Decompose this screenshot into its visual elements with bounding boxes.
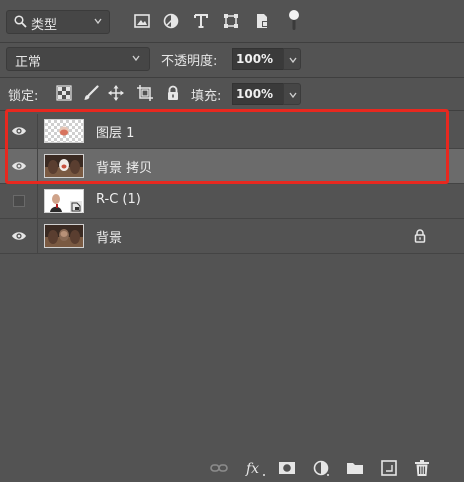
blend-mode-value: 正常	[15, 55, 42, 70]
chevron-down-icon	[289, 57, 297, 64]
eye-icon	[12, 127, 26, 135]
add-mask-icon[interactable]	[278, 459, 296, 477]
layer-name: 图层 1	[96, 126, 135, 141]
layer-thumbnail	[44, 154, 84, 178]
visibility-toggle[interactable]	[0, 114, 38, 148]
svg-text:fx: fx	[245, 461, 259, 477]
image-filter-icon[interactable]	[133, 12, 151, 30]
delete-layer-icon[interactable]	[413, 459, 431, 477]
chevron-down-icon	[289, 92, 297, 99]
shape-filter-icon[interactable]	[222, 12, 240, 30]
opacity-dropdown-button[interactable]	[283, 48, 301, 70]
layer-row[interactable]: 图层 1	[0, 114, 464, 149]
new-layer-icon[interactable]	[380, 459, 398, 477]
fill-input[interactable]: 100%	[232, 83, 286, 105]
layer-row-selected[interactable]: 背景 拷贝	[0, 149, 464, 184]
smart-object-badge-icon	[70, 201, 82, 213]
lock-transparent-pixels-icon[interactable]	[56, 85, 72, 101]
smart-object-filter-icon[interactable]	[253, 12, 271, 30]
opacity-input[interactable]: 100%	[232, 48, 286, 70]
filter-toggle-icon[interactable]	[287, 9, 301, 31]
fill-label: 填充:	[191, 89, 222, 104]
layer-content-preview	[45, 225, 83, 247]
chevron-down-icon	[94, 18, 102, 25]
adjustment-layer-icon[interactable]	[312, 459, 330, 477]
fill-dropdown-button[interactable]	[283, 83, 301, 105]
eye-icon	[12, 232, 26, 240]
lock-artboard-icon[interactable]	[137, 85, 153, 101]
layer-filter-kind-select[interactable]: 类型	[6, 10, 110, 34]
lock-all-icon[interactable]	[165, 85, 181, 101]
fx-icon[interactable]: fx	[245, 459, 267, 477]
layer-row[interactable]: R-C (1)	[0, 184, 464, 219]
layers-panel-bottom-bar: fx	[0, 453, 464, 482]
visibility-toggle[interactable]	[0, 219, 38, 253]
opacity-label: 不透明度:	[161, 54, 218, 69]
type-filter-icon[interactable]	[192, 12, 210, 30]
search-icon	[14, 15, 27, 28]
layer-thumbnail	[44, 224, 84, 248]
visibility-toggle[interactable]	[0, 149, 38, 183]
hidden-visibility-box	[13, 195, 25, 207]
lock-label: 锁定:	[8, 89, 39, 104]
layer-name: 背景	[96, 231, 123, 246]
layer-row[interactable]: 背景	[0, 219, 464, 254]
eye-icon	[12, 162, 26, 170]
lock-image-pixels-icon[interactable]	[83, 85, 99, 101]
filter-kind-label: 类型	[31, 18, 58, 33]
visibility-toggle[interactable]	[0, 184, 38, 218]
lock-position-icon[interactable]	[108, 85, 124, 101]
layer-content-preview	[59, 126, 69, 136]
adjustment-filter-icon[interactable]	[162, 12, 180, 30]
layer-thumbnail	[44, 119, 84, 143]
blend-mode-select[interactable]: 正常	[6, 47, 150, 71]
layer-content-preview	[45, 155, 83, 177]
link-layers-icon[interactable]	[210, 459, 228, 477]
lock-icon[interactable]	[414, 229, 426, 243]
layer-name: 背景 拷贝	[96, 161, 153, 176]
chevron-down-icon	[132, 55, 140, 62]
layer-name: R-C (1)	[96, 192, 141, 207]
new-group-icon[interactable]	[346, 459, 364, 477]
